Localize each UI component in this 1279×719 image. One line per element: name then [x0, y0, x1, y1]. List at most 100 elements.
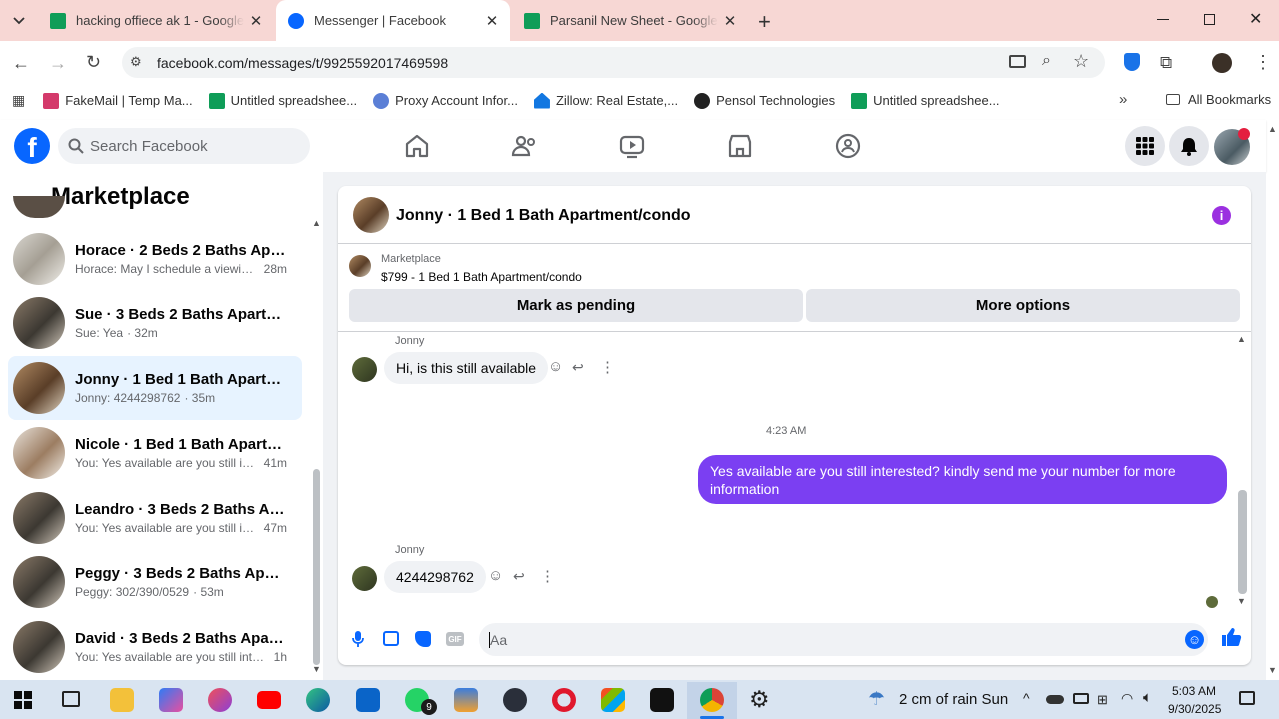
bookmark-zillow[interactable]: Zillow: Real Estate,...	[533, 92, 678, 109]
bookmark-proxy[interactable]: Proxy Account Infor...	[373, 92, 518, 109]
creative-app-icon[interactable]	[208, 688, 232, 712]
notification-center-icon[interactable]	[1239, 691, 1255, 705]
marketplace-icon[interactable]	[725, 131, 755, 161]
bookmark-spreadsheet-1[interactable]: Untitled spreadshee...	[208, 92, 357, 109]
sender-avatar[interactable]	[352, 566, 377, 591]
sticker-icon[interactable]	[415, 631, 431, 647]
emoji-icon[interactable]: ☺	[1185, 630, 1204, 649]
groups-icon[interactable]	[833, 131, 863, 161]
gif-icon[interactable]: GIF	[446, 632, 464, 646]
listing-title[interactable]: $799 - 1 Bed 1 Bath Apartment/condo	[381, 270, 582, 284]
extensions-icon[interactable]: ⧉	[1160, 53, 1172, 73]
conversation-item-selected[interactable]: Jonny · 1 Bed 1 Bath Apartment/... Jonny…	[8, 356, 302, 420]
message-input[interactable]: Aa	[479, 623, 1208, 656]
apps-grid-icon[interactable]: ▦	[12, 92, 25, 109]
browser-menu-icon[interactable]: ⋮	[1254, 52, 1272, 73]
chat-avatar[interactable]	[353, 197, 389, 233]
sidebar-scroll-down-icon[interactable]: ▼	[312, 664, 321, 674]
conversation-item[interactable]: Leandro · 3 Beds 2 Baths Apart... You: Y…	[8, 486, 302, 550]
show-hidden-icons-icon[interactable]: ^	[1023, 690, 1030, 706]
close-window-button[interactable]: ✕	[1249, 9, 1262, 29]
wifi-icon[interactable]: ◠	[1121, 690, 1133, 707]
sender-avatar[interactable]	[352, 357, 377, 382]
network-icon[interactable]: ⊞	[1097, 692, 1108, 708]
message-bubble[interactable]: 4244298762	[384, 561, 486, 593]
close-icon[interactable]: ✕	[484, 13, 500, 30]
react-icon[interactable]: ☺	[488, 567, 503, 584]
medal-app-icon[interactable]	[454, 688, 478, 712]
friends-icon[interactable]	[510, 131, 540, 161]
store-icon[interactable]	[601, 688, 625, 712]
chat-scroll-up-icon[interactable]: ▲	[1237, 334, 1246, 344]
battery-icon[interactable]	[1073, 693, 1089, 704]
weather-icon[interactable]: ☂	[868, 688, 885, 711]
chat-scroll-down-icon[interactable]: ▼	[1237, 596, 1246, 606]
tab-sheets-1[interactable]: hacking offiece ak 1 - Google Sh ✕	[38, 0, 274, 41]
page-scroll-down-icon[interactable]: ▼	[1268, 665, 1277, 675]
react-icon[interactable]: ☺	[548, 358, 563, 375]
video-icon[interactable]	[617, 131, 647, 161]
more-options-button[interactable]: More options	[806, 289, 1240, 322]
more-icon[interactable]: ⋮	[540, 567, 555, 585]
onedrive-icon[interactable]	[1046, 695, 1064, 704]
microphone-icon[interactable]	[352, 630, 364, 648]
conversation-item[interactable]: Peggy · 3 Beds 2 Baths Apartme... Peggy:…	[8, 550, 302, 614]
photo-icon[interactable]	[383, 631, 399, 646]
tab-sheets-2[interactable]: Parsanil New Sheet - Google Dri ✕	[512, 0, 748, 41]
outlook-icon[interactable]	[356, 688, 380, 712]
back-button[interactable]: ←	[12, 53, 30, 74]
close-icon[interactable]: ✕	[722, 13, 738, 30]
page-scroll-up-icon[interactable]: ▲	[1268, 124, 1277, 134]
volume-icon[interactable]: 🔈︎	[1143, 689, 1152, 706]
like-icon[interactable]	[1220, 626, 1242, 648]
tiktok-icon[interactable]	[650, 688, 674, 712]
more-bookmarks-icon[interactable]: »	[1119, 91, 1127, 108]
star-icon[interactable]: ☆	[1073, 51, 1089, 72]
conversation-item[interactable]: Sue · 3 Beds 2 Baths Apartment... Sue: Y…	[8, 291, 302, 355]
app-icon[interactable]	[503, 688, 527, 712]
more-icon[interactable]: ⋮	[600, 358, 615, 376]
url-text[interactable]: facebook.com/messages/t/9925592017469598	[157, 55, 448, 71]
profile-avatar[interactable]	[1212, 53, 1232, 73]
bookmark-pensol[interactable]: Pensol Technologies	[694, 92, 835, 109]
edge-icon[interactable]	[306, 688, 330, 712]
facebook-logo[interactable]: f	[14, 128, 50, 164]
weather-text[interactable]: 2 cm of rain Sun	[899, 691, 1008, 708]
chrome-icon[interactable]	[700, 688, 724, 712]
bookmark-fakemail[interactable]: FakeMail | Temp Ma...	[43, 92, 193, 109]
search-input[interactable]: Search Facebook	[58, 128, 310, 164]
tab-messenger[interactable]: Messenger | Facebook ✕	[276, 0, 510, 41]
conversation-item[interactable]: Nicole · 1 Bed 1 Bath Apartment... You: …	[8, 421, 302, 485]
notifications-button[interactable]	[1169, 126, 1209, 166]
new-tab-button[interactable]: +	[758, 9, 771, 35]
mark-as-pending-button[interactable]: Mark as pending	[349, 289, 803, 322]
info-icon[interactable]: i	[1212, 206, 1231, 225]
close-icon[interactable]: ✕	[248, 13, 264, 30]
reply-icon[interactable]: ↩	[513, 568, 525, 585]
chat-title[interactable]: Jonny · 1 Bed 1 Bath Apartment/condo	[396, 207, 691, 225]
opera-icon[interactable]	[552, 688, 576, 712]
sidebar-scroll-up-icon[interactable]: ▲	[312, 218, 321, 228]
forward-button[interactable]: →	[49, 53, 67, 74]
chat-scrollbar[interactable]	[1238, 490, 1247, 594]
site-info-icon[interactable]: ⚙	[130, 54, 142, 70]
sidebar-scrollbar[interactable]	[313, 469, 320, 665]
bookmark-spreadsheet-2[interactable]: Untitled spreadshee...	[851, 92, 1000, 109]
reload-button[interactable]: ↻	[86, 52, 101, 73]
file-explorer-icon[interactable]	[110, 688, 134, 712]
youtube-icon[interactable]	[257, 691, 281, 709]
settings-icon[interactable]: ⚙	[749, 686, 770, 713]
menu-grid-button[interactable]	[1125, 126, 1165, 166]
reply-icon[interactable]: ↩	[572, 359, 584, 376]
copilot-icon[interactable]	[159, 688, 183, 712]
restore-button[interactable]	[1204, 14, 1215, 25]
my-message-bubble[interactable]: Yes available are you still interested? …	[698, 455, 1227, 504]
conversation-item[interactable]: David · 3 Beds 2 Baths Apartme... You: Y…	[8, 615, 302, 679]
listing-thumbnail[interactable]	[349, 255, 371, 277]
message-bubble[interactable]: Hi, is this still available	[384, 352, 549, 384]
tab-search-button[interactable]	[10, 12, 28, 30]
shield-extension-icon[interactable]	[1124, 53, 1140, 71]
zoom-icon[interactable]: ⌕	[1042, 52, 1051, 70]
conversation-item[interactable]: Horace · 2 Beds 2 Baths Apartm... Horace…	[8, 227, 302, 291]
windows-start-icon[interactable]	[14, 691, 32, 709]
